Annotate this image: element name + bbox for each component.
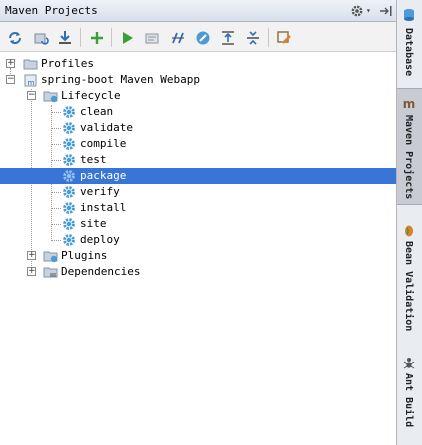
toolbar-separator [80, 28, 81, 47]
database-icon [402, 8, 416, 22]
ant-icon [402, 356, 416, 370]
tab-database[interactable]: Database [397, 0, 422, 88]
tree-node-plugins[interactable]: + Plugins [0, 248, 396, 264]
tab-bean-validation[interactable]: Bean Validation [397, 222, 422, 342]
toggle-offline-icon[interactable] [168, 28, 188, 48]
generate-sources-icon[interactable] [31, 28, 51, 48]
hide-panel-icon[interactable] [378, 3, 394, 19]
tab-label: Database [403, 28, 414, 77]
settings-icon[interactable] [274, 28, 294, 48]
svg-text:m: m [28, 79, 35, 87]
run-icon[interactable] [117, 28, 137, 48]
tab-ant-build[interactable]: Ant Build [397, 352, 422, 432]
chevron-down-icon[interactable]: ▾ [366, 6, 371, 15]
gear-icon [61, 168, 77, 184]
gear-icon [61, 200, 77, 216]
panel-title: Maven Projects [5, 4, 98, 17]
tree-label-phase: validate [80, 121, 133, 134]
gear-icon [61, 216, 77, 232]
collapse-all-icon[interactable] [243, 28, 263, 48]
maven-tree: + Profiles − m spring-boot Maven Webapp … [0, 52, 396, 445]
tree-label-phase: verify [80, 185, 120, 198]
tree-label-profiles: Profiles [41, 57, 94, 70]
expand-toggle[interactable]: + [27, 267, 36, 276]
folder-icon [23, 56, 39, 72]
tab-label: Maven Projects [403, 115, 414, 200]
gear-icon [61, 120, 77, 136]
toolbar-separator [111, 28, 112, 47]
expand-toggle[interactable]: + [6, 59, 15, 68]
tree-node-phase-validate[interactable]: validate [0, 120, 396, 136]
tree-node-phase-site[interactable]: site [0, 216, 396, 232]
tab-label: Ant Build [403, 373, 414, 428]
run-configuration-icon[interactable] [143, 28, 163, 48]
tree-node-phase-package-selected[interactable]: package [0, 168, 396, 184]
maven-project-icon: m [23, 72, 39, 88]
tree-label-phase: compile [80, 137, 127, 150]
dependencies-folder-icon [43, 264, 59, 280]
tree-label-lifecycle: Lifecycle [61, 89, 121, 102]
panel-title-bar: Maven Projects ▾ [0, 0, 396, 22]
gear-icon[interactable] [349, 3, 365, 19]
tree-label-phase: clean [80, 105, 114, 118]
gear-icon [61, 232, 77, 248]
gear-icon [61, 152, 77, 168]
tree-node-phase-deploy[interactable]: deploy [0, 232, 396, 248]
tab-maven-projects[interactable]: m Maven Projects [397, 88, 422, 205]
maven-icon: m [402, 96, 416, 111]
maven-projects-panel: Maven Projects ▾ + Profiles − m spring-b… [0, 0, 397, 445]
tree-node-phase-clean[interactable]: clean [0, 104, 396, 120]
tree-label-phase: deploy [80, 233, 120, 246]
collapse-toggle[interactable]: − [27, 91, 36, 100]
tree-label-phase: site [80, 217, 107, 230]
skip-tests-icon[interactable] [193, 28, 213, 48]
tree-label-phase: test [80, 153, 107, 166]
show-dependencies-icon[interactable] [218, 28, 238, 48]
gear-icon [61, 136, 77, 152]
tree-label-phase: package [80, 169, 127, 182]
tab-label: Bean Validation [403, 241, 414, 332]
add-icon[interactable] [87, 28, 107, 48]
tree-node-phase-verify[interactable]: verify [0, 184, 396, 200]
tree-node-phase-install[interactable]: install [0, 200, 396, 216]
toolbar-separator [268, 28, 269, 47]
tree-label-phase: install [80, 201, 127, 214]
expand-toggle[interactable]: + [27, 251, 36, 260]
tool-window-stripe: Database m Maven Projects Bean Validatio… [397, 0, 422, 445]
tree-node-lifecycle[interactable]: − Lifecycle [0, 88, 396, 104]
tree-label-project: spring-boot Maven Webapp [41, 73, 200, 86]
download-icon[interactable] [55, 28, 75, 48]
plugins-folder-icon [43, 248, 59, 264]
tree-node-dependencies[interactable]: + Dependencies [0, 264, 396, 280]
bean-icon [402, 224, 416, 238]
tree-node-phase-compile[interactable]: compile [0, 136, 396, 152]
tree-node-project[interactable]: − m spring-boot Maven Webapp [0, 72, 396, 88]
maven-toolbar [0, 22, 396, 52]
tree-node-phase-test[interactable]: test [0, 152, 396, 168]
tree-label-plugins: Plugins [61, 249, 108, 262]
tree-node-profiles[interactable]: + Profiles [0, 56, 396, 72]
svg-text:m: m [403, 97, 416, 110]
collapse-toggle[interactable]: − [6, 75, 15, 84]
reimport-icon[interactable] [5, 28, 25, 48]
gear-icon [61, 184, 77, 200]
tree-label-dependencies: Dependencies [61, 265, 141, 278]
gear-icon [61, 104, 77, 120]
lifecycle-folder-icon [43, 88, 59, 104]
